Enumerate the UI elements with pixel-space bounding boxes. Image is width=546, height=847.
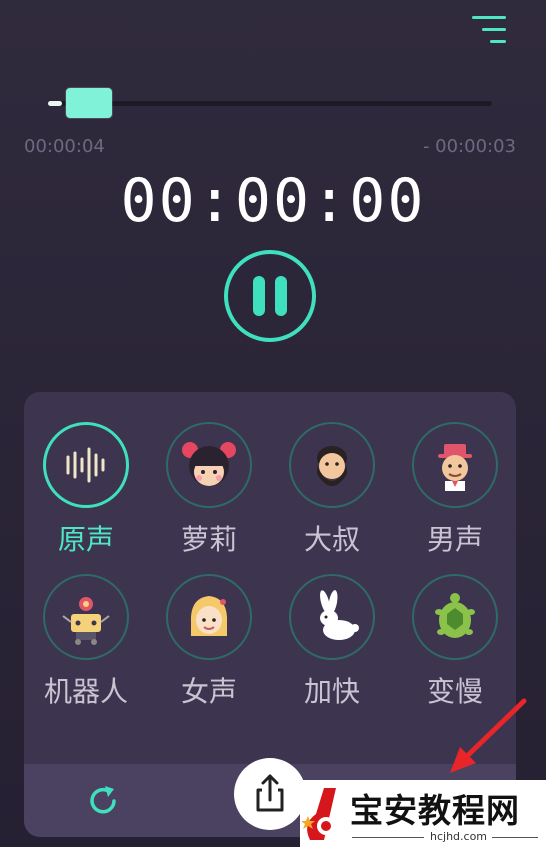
menu-icon [472, 16, 506, 19]
voice-label: 萝莉 [180, 523, 237, 556]
voice-label: 加快 [303, 675, 360, 708]
watermark-url: hcjhd.com [430, 830, 488, 843]
waveform-icon [66, 447, 105, 483]
voice-label: 女声 [180, 675, 237, 708]
remaining-time: - 00:00:03 [422, 136, 516, 157]
recording-clock: 00:00:00 [120, 166, 426, 236]
watermark-logo [302, 788, 336, 840]
watermark: 宝安教程网 hcjhd.com [300, 780, 546, 847]
progress-fill [48, 101, 62, 106]
voice-faster[interactable]: 加快 [277, 574, 387, 714]
robot-icon [62, 597, 110, 645]
progress-track[interactable] [48, 101, 492, 106]
rabbit-icon [320, 590, 359, 640]
progress-thumb[interactable] [66, 88, 112, 118]
loli-girl-icon [182, 442, 236, 486]
man-with-hat-icon [438, 444, 472, 491]
voice-label: 男声 [426, 523, 483, 556]
woman-icon [190, 596, 228, 636]
voice-loli[interactable]: 萝莉 [154, 422, 264, 562]
voice-original[interactable]: 原声 [31, 422, 141, 562]
menu-button[interactable] [468, 12, 510, 48]
voice-male[interactable]: 男声 [400, 422, 510, 562]
share-button[interactable] [234, 758, 306, 830]
voice-female[interactable]: 女声 [154, 574, 264, 714]
share-icon [256, 774, 284, 812]
reset-button[interactable] [84, 782, 122, 820]
voice-robot[interactable]: 机器人 [31, 574, 141, 714]
elapsed-time: 00:00:04 [24, 136, 105, 157]
voice-label: 大叔 [303, 523, 360, 556]
annotation-arrow [450, 698, 527, 773]
refresh-icon [90, 786, 116, 814]
voice-label: 原声 [57, 523, 114, 556]
turtle-icon [435, 593, 475, 638]
voice-label: 机器人 [43, 675, 128, 708]
voice-slower[interactable]: 变慢 [400, 574, 510, 714]
pause-button[interactable] [224, 250, 316, 342]
voice-uncle[interactable]: 大叔 [277, 422, 387, 562]
bearded-man-icon [317, 446, 347, 486]
watermark-text: 宝安教程网 [350, 791, 520, 830]
